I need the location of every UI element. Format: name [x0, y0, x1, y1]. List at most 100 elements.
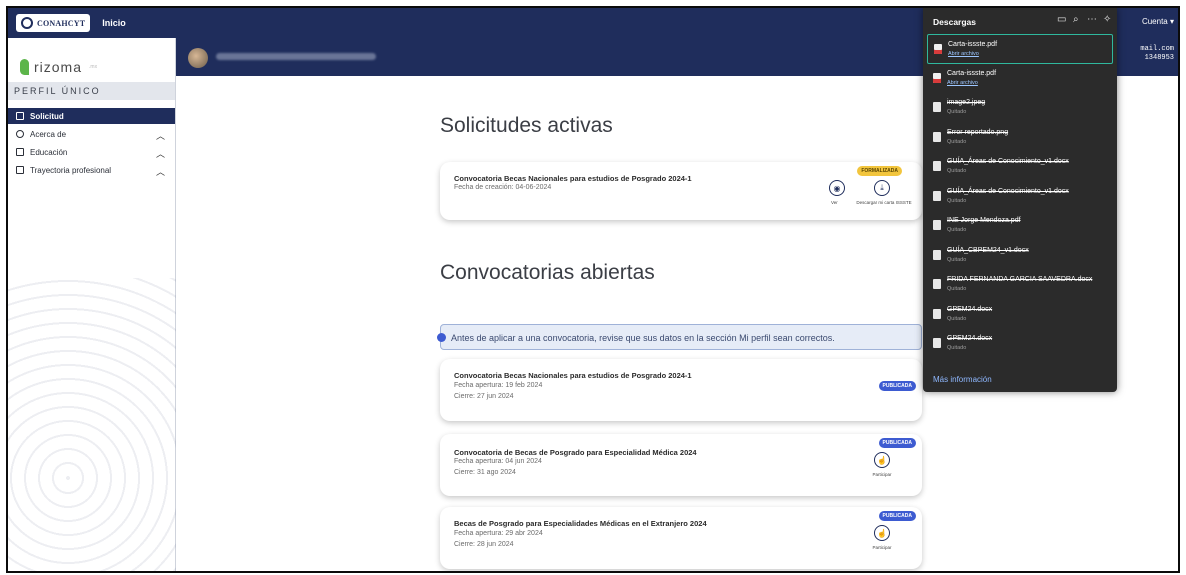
- sidebar-item-label: Educación: [30, 147, 68, 157]
- card-close-date: Cierre: 28 jun 2024: [454, 541, 514, 548]
- download-filename: Error reportado.png: [947, 128, 1009, 136]
- logo-text: CONAHCYT: [37, 18, 86, 28]
- participate-label: Participar: [872, 472, 892, 477]
- status-badge: FORMALIZADA: [857, 166, 902, 176]
- active-request-card: Convocatoria Becas Nacionales para estud…: [440, 162, 922, 220]
- download-filename: GUÍA_Áreas de Conocimiento_v1.docx: [947, 158, 1069, 165]
- download-carta-button[interactable]: ⤓: [874, 180, 890, 196]
- book-icon: [16, 148, 24, 156]
- briefcase-icon: [16, 166, 24, 174]
- download-filename: GUÍA_CBPEM24_v1.docx: [947, 246, 1029, 254]
- open-file-link[interactable]: Abrir archivo: [947, 80, 978, 86]
- download-filename: FRIDA FERNANDA GARCIA SAAVEDRA.docx: [947, 276, 1093, 283]
- file-icon: [933, 131, 941, 142]
- person-icon: [16, 130, 24, 138]
- conahcyt-logo[interactable]: CONAHCYT: [16, 14, 91, 32]
- account-menu[interactable]: Cuenta ▾: [1142, 17, 1174, 26]
- rizoma-logo-icon: [20, 59, 29, 75]
- word-file-icon: [933, 279, 941, 289]
- chevron-up-icon[interactable]: ︿: [156, 129, 165, 142]
- download-item[interactable]: Error reportado.png Quitado: [927, 123, 1113, 153]
- downloads-title: Descargas: [933, 17, 977, 27]
- downloads-header: Descargas ▭ ⌕ ⋯ ✧: [923, 8, 1117, 34]
- download-label: Descargar mi carta ISSSTE: [856, 200, 912, 205]
- download-item[interactable]: FRIDA FERNANDA GARCIA SAAVEDRA.docx Quit…: [927, 270, 1113, 300]
- sidebar-item-acerca-de[interactable]: Acerca de ︿: [8, 126, 175, 142]
- redacted-user-name: [216, 53, 376, 60]
- seal-icon: [21, 17, 33, 29]
- download-item[interactable]: image2.jpeg Quitado: [927, 93, 1113, 123]
- view-label: Ver: [831, 200, 838, 205]
- download-item[interactable]: GUÍA_CBPEM24_v1.docx Quitado: [927, 241, 1113, 271]
- more-options-icon[interactable]: ⋯: [1087, 14, 1097, 25]
- download-status: Quitado: [947, 197, 967, 204]
- file-icon: [933, 102, 941, 112]
- sidebar-item-educacion[interactable]: Educación ︿: [8, 144, 175, 160]
- open-call-card: Convocatoria Becas Nacionales para estud…: [440, 359, 922, 421]
- download-filename: GPEM24.docx: [947, 335, 993, 342]
- word-file-icon: [933, 161, 941, 171]
- sidebar-item-label: Trayectoria profesional: [30, 165, 112, 175]
- hand-pointer-icon: ☝: [877, 455, 887, 465]
- open-file-link[interactable]: Abrir archivo: [948, 51, 979, 57]
- open-call-card: Convocatoria de Becas de Posgrado para E…: [440, 434, 922, 496]
- download-status: Quitado: [947, 345, 967, 351]
- card-open-date: Fecha apertura: 29 abr 2024: [454, 530, 543, 537]
- folder-icon[interactable]: ▭: [1057, 14, 1066, 25]
- word-file-icon: [933, 249, 941, 260]
- info-text: Antes de aplicar a una convocatoria, rev…: [451, 333, 835, 343]
- participate-button[interactable]: ☝: [874, 525, 890, 541]
- card-title: Convocatoria de Becas de Posgrado para E…: [454, 448, 697, 457]
- download-item[interactable]: GPEM24.docx Quitado: [927, 300, 1113, 330]
- participate-label: Participar: [872, 545, 892, 550]
- search-icon[interactable]: ⌕: [1073, 14, 1079, 25]
- sidebar-item-trayectoria[interactable]: Trayectoria profesional ︿: [8, 162, 175, 178]
- sidebar: rizoma .mx PERFIL ÚNICO Solicitud Acerca…: [8, 38, 176, 571]
- open-call-card: Becas de Posgrado para Especialidades Mé…: [440, 507, 922, 569]
- download-item[interactable]: INE Jorge Mendoza.pdf Quitado: [927, 211, 1113, 241]
- download-item[interactable]: GPEM24.docx Quitado: [927, 329, 1113, 359]
- download-status: Quitado: [947, 138, 967, 145]
- chevron-up-icon[interactable]: ︿: [156, 147, 165, 160]
- active-requests-heading: Solicitudes activas: [440, 114, 613, 137]
- download-filename: INE Jorge Mendoza.pdf: [947, 217, 1021, 224]
- pdf-file-icon: [933, 72, 941, 83]
- home-link[interactable]: Inicio: [102, 18, 126, 28]
- view-button[interactable]: ◉: [829, 180, 845, 196]
- download-status: Quitado: [947, 256, 967, 263]
- profile-section-title: PERFIL ÚNICO: [8, 82, 175, 100]
- sidebar-item-solicitud[interactable]: Solicitud: [8, 108, 175, 124]
- participate-button[interactable]: ☝: [874, 452, 890, 468]
- download-item[interactable]: Carta-issste.pdf Abrir archivo: [927, 34, 1113, 64]
- download-item[interactable]: GUÍA_Áreas de Conocimiento_v1.docx Quita…: [927, 152, 1113, 182]
- card-open-date: Fecha apertura: 19 feb 2024: [454, 382, 543, 389]
- download-item[interactable]: Carta-issste.pdf Abrir archivo: [927, 64, 1113, 94]
- sidebar-item-label: Acerca de: [30, 129, 67, 139]
- download-filename: Carta-issste.pdf: [948, 41, 998, 48]
- sidebar-pattern: [8, 278, 176, 571]
- info-icon: [437, 333, 446, 342]
- download-filename: GPEM24.docx: [947, 305, 993, 313]
- hand-pointer-icon: ☝: [877, 528, 887, 538]
- sidebar-menu: Solicitud Acerca de ︿ Educación ︿ Trayec…: [8, 108, 175, 178]
- card-title: Convocatoria Becas Nacionales para estud…: [454, 174, 692, 183]
- info-alert: Antes de aplicar a una convocatoria, rev…: [437, 324, 922, 350]
- open-calls-heading: Convocatorias abiertas: [440, 261, 655, 284]
- download-icon: ⤓: [880, 183, 884, 192]
- pin-icon[interactable]: ✧: [1103, 14, 1111, 25]
- download-item[interactable]: GUÍA_Áreas de Conocimiento_v1.docx Quita…: [927, 182, 1113, 212]
- download-filename: image2.jpeg: [947, 99, 986, 106]
- rizoma-brand[interactable]: rizoma .mx: [8, 38, 175, 82]
- document-icon: [16, 112, 24, 120]
- card-close-date: Cierre: 31 ago 2024: [454, 469, 516, 476]
- card-title: Convocatoria Becas Nacionales para estud…: [454, 371, 692, 380]
- browser-frame: CONAHCYT Inicio Cuenta ▾ mail.com 134895…: [6, 6, 1180, 573]
- more-info-link[interactable]: Más información: [933, 375, 992, 384]
- avatar[interactable]: [188, 48, 208, 68]
- brand-name: rizoma: [34, 59, 83, 75]
- chevron-up-icon[interactable]: ︿: [156, 165, 165, 178]
- card-close-date: Cierre: 27 jun 2024: [454, 393, 514, 400]
- download-status: Quitado: [947, 227, 967, 233]
- status-badge: PUBLICADA: [878, 438, 916, 448]
- brand-suffix: .mx: [89, 64, 98, 70]
